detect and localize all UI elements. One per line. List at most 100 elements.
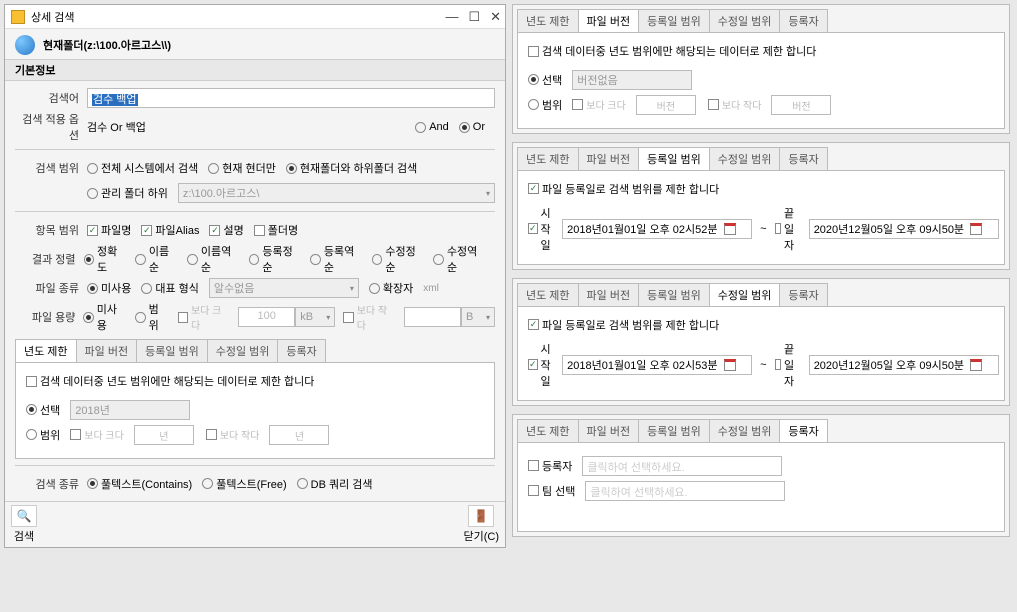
radio-kind-db[interactable]: DB 쿼리 검색 (297, 476, 373, 492)
close-button[interactable]: 🚪 닫기(C) (463, 505, 499, 544)
check-ver-gt[interactable]: 보다 크다 (572, 97, 626, 112)
radio-kind-free[interactable]: 풀텍스트(Free) (202, 476, 286, 492)
search-button[interactable]: 🔍 검색 (11, 505, 37, 544)
check-alias[interactable]: 파일Alias (141, 222, 199, 238)
team-input[interactable]: 클릭하여 선택하세요. (585, 481, 785, 501)
end-date-field-mod[interactable]: 2020년12월05일 오후 09시50분 (809, 355, 999, 375)
check-lt[interactable]: 보다 작다 (343, 302, 394, 332)
radio-managed-sub[interactable]: 관리 폴더 하위 (87, 185, 168, 201)
tab-reg-2[interactable]: 등록일 범위 (638, 9, 710, 32)
radio-ver-select[interactable]: 선택 (528, 72, 562, 88)
check-mod-limit[interactable]: 파일 등록일로 검색 범위를 제한 합니다 (528, 317, 719, 333)
tab-reg-5[interactable]: 등록일 범위 (638, 419, 710, 442)
check-year-lt[interactable]: 보다 작다 (206, 427, 260, 442)
year-combo[interactable]: 2018년 (70, 400, 190, 420)
magnifier-icon: 🔍 (11, 505, 37, 527)
version-combo[interactable]: 버전없음 (572, 70, 692, 90)
check-team[interactable]: 팀 선택 (528, 483, 575, 499)
calendar-icon (970, 223, 982, 235)
radio-or[interactable]: Or (459, 121, 485, 133)
maximize-icon[interactable]: ☐ (468, 9, 480, 25)
radio-current-folder[interactable]: 현재 현더만 (208, 160, 276, 176)
radio-and[interactable]: And (415, 121, 449, 133)
unit-combo-2[interactable]: B▾ (461, 307, 495, 327)
radio-current-sub[interactable]: 현재폴더와 하위폴더 검색 (286, 160, 417, 176)
radio-sort-accuracy[interactable]: 정확도 (84, 243, 126, 275)
year-lt-input[interactable]: 년 (269, 425, 329, 445)
apply-option-text: 검수 Or 백업 (87, 119, 415, 135)
tab-regist-5[interactable]: 등록자 (779, 419, 827, 442)
radio-sort-regrev[interactable]: 등록역순 (310, 243, 362, 275)
tab-year[interactable]: 년도 제한 (15, 339, 77, 362)
radio-ft-format[interactable]: 대표 형식 (141, 280, 199, 296)
radio-sort-reg[interactable]: 등록정순 (249, 243, 301, 275)
radio-fs-unused[interactable]: 미사용 (83, 301, 125, 333)
tab-year-4[interactable]: 년도 제한 (517, 283, 579, 306)
minimize-icon[interactable]: — (445, 9, 458, 25)
tab-version-3[interactable]: 파일 버전 (578, 147, 640, 170)
tab-mod-2[interactable]: 수정일 범위 (709, 9, 781, 32)
format-combo[interactable]: 알수없음▾ (209, 278, 359, 298)
tab-reg-3[interactable]: 등록일 범위 (638, 147, 710, 170)
check-folder[interactable]: 폴더명 (254, 222, 298, 238)
end-date-field[interactable]: 2020년12월05일 오후 09시50분 (809, 219, 999, 239)
check-gt[interactable]: 보다 크다 (178, 302, 229, 332)
close-icon[interactable]: ✕ (490, 9, 501, 25)
check-start-date[interactable]: 시작일 (528, 205, 552, 253)
ver-lt-input[interactable]: 버전 (771, 95, 831, 115)
check-year-gt[interactable]: 보다 크다 (70, 427, 124, 442)
radio-ft-unused[interactable]: 미사용 (87, 280, 131, 296)
globe-icon (15, 35, 35, 55)
search-term-input[interactable]: 검수 백업 (87, 88, 495, 108)
unit-combo-1[interactable]: kB▾ (295, 307, 335, 327)
titlebar[interactable]: 상세 검색 — ☐ ✕ (5, 5, 505, 29)
check-end-date[interactable]: 끝일자 (775, 205, 799, 253)
check-desc[interactable]: 설명 (209, 222, 243, 238)
check-registrant[interactable]: 등록자 (528, 458, 572, 474)
radio-fs-range[interactable]: 범위 (135, 301, 167, 333)
radio-all-system[interactable]: 전체 시스템에서 검색 (87, 160, 198, 176)
radio-sort-mod[interactable]: 수정정순 (372, 243, 424, 275)
tab-mod-3[interactable]: 수정일 범위 (709, 147, 781, 170)
radio-year-range[interactable]: 범위 (26, 427, 60, 443)
check-reg-limit[interactable]: 파일 등록일로 검색 범위를 제한 합니다 (528, 181, 719, 197)
check-year-limit[interactable]: 검색 데이터중 년도 범위에만 해당되는 데이터로 제한 합니다 (26, 373, 314, 389)
tab-year-3[interactable]: 년도 제한 (517, 147, 579, 170)
check-end-date-mod[interactable]: 끝일자 (775, 341, 799, 389)
radio-sort-namerev[interactable]: 이름역순 (187, 243, 239, 275)
mod-range-group: 년도 제한 파일 버전 등록일 범위 수정일 범위 등록자 파일 등록일로 검색… (512, 278, 1010, 406)
size-lt-input[interactable] (404, 307, 461, 327)
start-date-field[interactable]: 2018년01월01일 오후 02시52분 (562, 219, 752, 239)
radio-sort-name[interactable]: 이름순 (135, 243, 177, 275)
tab-mod-range[interactable]: 수정일 범위 (207, 339, 279, 362)
radio-ver-range[interactable]: 범위 (528, 97, 562, 113)
radio-year-select[interactable]: 선택 (26, 402, 60, 418)
tab-version-5[interactable]: 파일 버전 (578, 419, 640, 442)
check-start-date-mod[interactable]: 시작일 (528, 341, 552, 389)
scope-path-combo[interactable]: z:\100.아르고스\▾ (178, 183, 495, 203)
registrant-input[interactable]: 클릭하여 선택하세요. (582, 456, 782, 476)
tab-version-2[interactable]: 파일 버전 (578, 9, 640, 32)
tab-regist-4[interactable]: 등록자 (779, 283, 827, 306)
radio-kind-contains[interactable]: 풀텍스트(Contains) (87, 476, 192, 492)
tab-year-5[interactable]: 년도 제한 (517, 419, 579, 442)
tab-reg-4[interactable]: 등록일 범위 (638, 283, 710, 306)
tab-mod-5[interactable]: 수정일 범위 (709, 419, 781, 442)
check-version-limit[interactable]: 검색 데이터중 년도 범위에만 해당되는 데이터로 제한 합니다 (528, 43, 816, 59)
radio-ft-ext[interactable]: 확장자 (369, 280, 413, 296)
radio-sort-modrev[interactable]: 수정역순 (433, 243, 485, 275)
tab-registrant[interactable]: 등록자 (277, 339, 325, 362)
tab-year-2[interactable]: 년도 제한 (517, 9, 579, 32)
check-ver-lt[interactable]: 보다 작다 (708, 97, 762, 112)
start-date-field-mod[interactable]: 2018년01월01일 오후 02시53분 (562, 355, 752, 375)
check-filename[interactable]: 파일명 (87, 222, 131, 238)
tab-regist-2[interactable]: 등록자 (779, 9, 827, 32)
tab-version[interactable]: 파일 버전 (76, 339, 138, 362)
tab-version-4[interactable]: 파일 버전 (578, 283, 640, 306)
tab-reg-range[interactable]: 등록일 범위 (136, 339, 208, 362)
size-gt-input[interactable]: 100 (238, 307, 295, 327)
year-gt-input[interactable]: 년 (134, 425, 194, 445)
tab-mod-4[interactable]: 수정일 범위 (709, 283, 781, 306)
ver-gt-input[interactable]: 버전 (636, 95, 696, 115)
tab-regist-3[interactable]: 등록자 (779, 147, 827, 170)
